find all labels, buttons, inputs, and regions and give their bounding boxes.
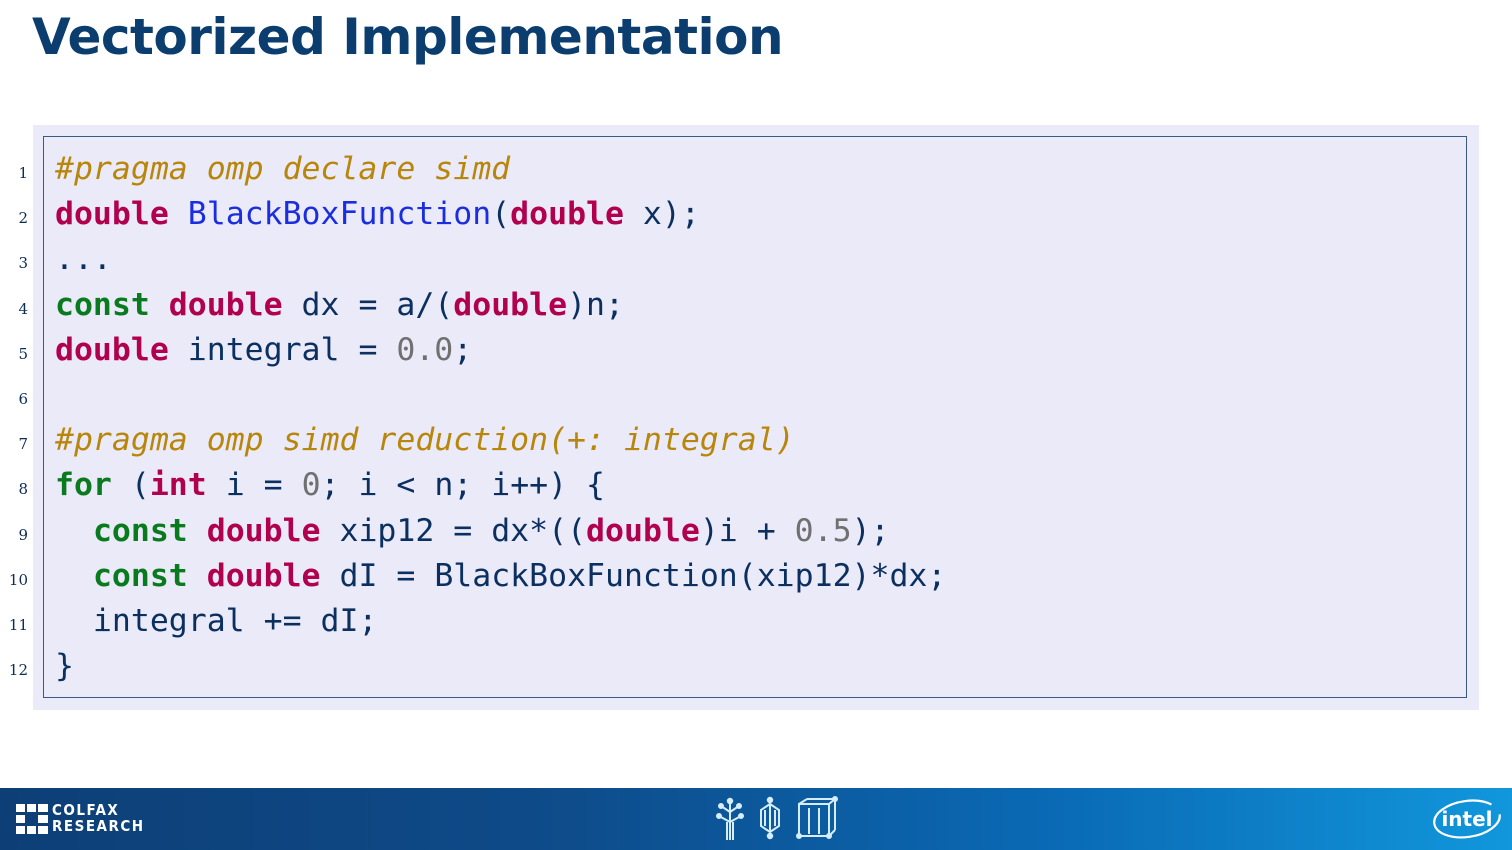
code-text: const double dx = a/(double)n; [55,286,624,323]
code-text: double integral = 0.0; [55,331,473,368]
code-line: 8 for (int i = 0; i < n; i++) { [0,463,1470,508]
line-number: 6 [18,390,28,408]
code-text: #pragma omp simd reduction(+: integral) [55,422,795,459]
code-text: #pragma omp declare simd [55,151,511,187]
code-text: } [55,648,74,685]
code-line: 2 double BlackBoxFunction(double x); [0,192,1470,237]
code-line: 5 double integral = 0.0; [0,328,1470,373]
intel-wordmark: intel [1441,807,1492,831]
tree-icon [716,797,744,840]
line-number: 11 [8,616,28,634]
code-text: for (int i = 0; i < n; i++) { [55,467,606,504]
slide-title: Vectorized Implementation [32,8,784,66]
code-line: 1 #pragma omp declare simd [0,147,1470,192]
code-line: 3... [0,237,1470,282]
line-number: 3 [18,254,28,273]
footer-bar: COLFAX RESEARCH intel [0,788,1512,850]
code-text: double BlackBoxFunction(double x); [55,196,700,233]
colfax-wordmark: COLFAX [52,801,120,819]
code-text: const double xip12 = dx*((double)i + 0.5… [92,512,890,549]
line-number: 12 [8,661,28,680]
code-line: 10 const double dI = BlackBoxFunction(xi… [0,554,1470,599]
code-text: ... [55,241,112,278]
line-number: 10 [8,570,28,589]
code-line: 4 const double dx = a/(double)n; [0,283,1470,328]
line-number: 4 [18,299,28,318]
line-number: 1 [18,164,28,182]
line-number: 7 [18,435,28,454]
colfax-research-logo: COLFAX RESEARCH [16,802,143,836]
line-number: 5 [18,344,28,363]
line-number: 9 [18,525,28,544]
code-line: 12} [0,644,1470,689]
line-number: 8 [18,480,28,499]
cube-icon [796,796,838,839]
code-line: 9 const double xip12 = dx*((double)i + 0… [0,509,1470,554]
colfax-grid-icon [16,804,48,834]
code-line: 11 integral += dI; [0,599,1470,644]
code-line: 7 #pragma omp simd reduction(+: integral) [0,418,1470,463]
code-line: 6 [0,373,1470,418]
slide: Vectorized Implementation 1 #pragma omp d… [0,0,1512,850]
line-number: 2 [18,209,28,228]
hexagon-icon [760,796,780,840]
center-icon-group [715,796,840,847]
research-wordmark: RESEARCH [52,817,145,835]
intel-logo: intel [1432,798,1502,840]
code-text: const double dI = BlackBoxFunction(xip12… [92,557,947,594]
code-text: integral += dI; [55,603,378,639]
